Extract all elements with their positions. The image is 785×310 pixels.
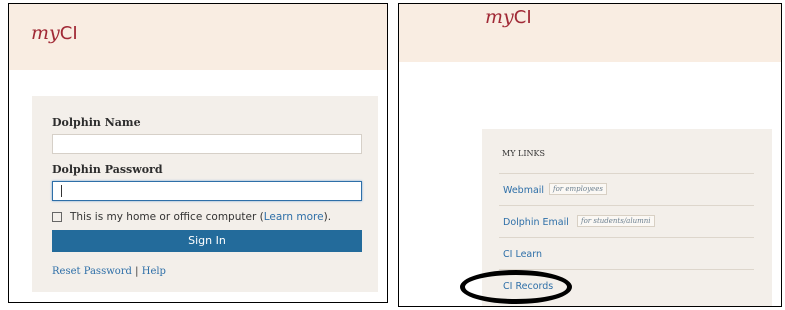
login-card: Dolphin Name Dolphin Password This is my… — [32, 96, 378, 292]
learn-more-link[interactable]: Learn more — [264, 211, 324, 223]
logo-ci: CI — [59, 23, 78, 44]
logo-my: my — [31, 22, 60, 44]
link-row-webmail[interactable]: Webmail for employees — [499, 173, 754, 206]
help-link[interactable]: Help — [142, 266, 166, 277]
ci-learn-link[interactable]: CI Learn — [503, 249, 542, 260]
remember-text-end: ). — [323, 211, 332, 223]
link-separator: | — [135, 266, 139, 277]
login-screenshot-panel: myCI Dolphin Name Dolphin Password This … — [8, 3, 388, 303]
highlight-ellipse — [460, 270, 572, 304]
remember-computer-row: This is my home or office computer (Lear… — [52, 211, 331, 223]
dolphin-email-link[interactable]: Dolphin Email — [503, 217, 569, 228]
dolphin-name-label: Dolphin Name — [52, 116, 141, 129]
dolphin-password-input[interactable] — [52, 181, 362, 201]
header-bar: myCI — [399, 4, 781, 62]
dolphin-email-audience-tag: for students/alumni — [577, 215, 655, 227]
text-caret — [61, 185, 62, 197]
webmail-audience-tag: for employees — [549, 183, 607, 195]
myci-logo[interactable]: myCI — [31, 22, 78, 44]
logo-ci: CI — [513, 7, 532, 28]
myci-logo[interactable]: myCI — [485, 6, 532, 28]
remember-checkbox[interactable] — [52, 212, 62, 222]
dolphin-name-input[interactable] — [52, 134, 362, 154]
link-row-ci-learn[interactable]: CI Learn — [499, 237, 754, 270]
webmail-link[interactable]: Webmail — [503, 185, 544, 196]
header-bar: myCI — [9, 4, 387, 70]
remember-text: This is my home or office computer ( — [70, 211, 264, 223]
logo-my: my — [485, 6, 514, 28]
dolphin-password-label: Dolphin Password — [52, 163, 163, 176]
my-links-heading: MY LINKS — [502, 149, 545, 158]
reset-password-link[interactable]: Reset Password — [52, 266, 132, 277]
link-row-dolphin-email[interactable]: Dolphin Email for students/alumni — [499, 205, 754, 238]
help-links-row: Reset Password | Help — [52, 266, 166, 277]
links-screenshot-panel: myCI MY LINKS Webmail for employees Dolp… — [398, 3, 782, 307]
sign-in-button[interactable]: Sign In — [52, 230, 362, 252]
